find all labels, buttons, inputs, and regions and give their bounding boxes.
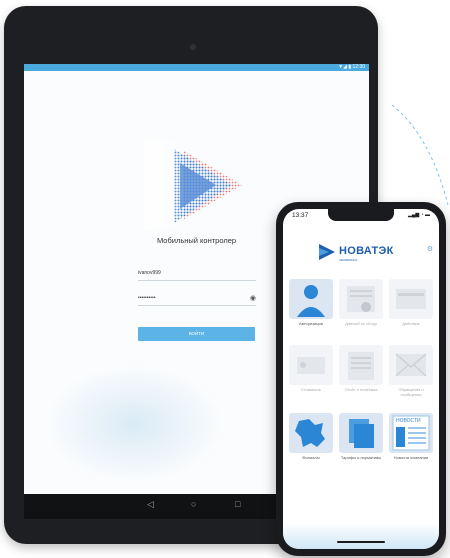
background-glow (44, 364, 224, 484)
password-field[interactable]: •••••••••• ◉ (138, 292, 256, 306)
tablet-status-bar: ▼◢ ▮ 12:30 (24, 64, 369, 71)
phone-device: 13:37 ▂▄▆ ◔ ▬ НОВАТЭК ЧЕЛЯБИНСК ⚙ Автори… (276, 202, 446, 556)
brand-subtitle: ЧЕЛЯБИНСК (339, 258, 358, 262)
tile-cost[interactable]: Стоимость (289, 345, 333, 392)
tile-label: Обращения и сообщения (398, 387, 424, 397)
tile-action[interactable]: Действие (389, 279, 433, 326)
phone-status-icons: ▂▄▆ ◔ ▬ (407, 212, 430, 218)
map-icon (295, 419, 325, 447)
novatek-logo: НОВАТЭК ЧЕЛЯБИНСК (317, 242, 411, 266)
news-tile-header: НОВОСТИ (396, 418, 421, 424)
tile-tariffs[interactable]: Тарифы и нормативы (339, 413, 383, 460)
report-icon (348, 352, 374, 380)
tile-news[interactable]: НОВОСТИ Новости компании (389, 413, 433, 460)
username-field[interactable]: ivanov999 (138, 267, 256, 281)
phone-bottom-gradient (283, 523, 439, 549)
tile-label: Отчёт о платёжах (344, 387, 378, 392)
settings-icon[interactable]: ⚙ (427, 245, 433, 253)
tile-label: Новости компании (393, 455, 429, 460)
card-icon (297, 357, 325, 374)
password-value: •••••••••• (138, 295, 156, 301)
home-indicator[interactable] (337, 541, 385, 543)
tile-authorization[interactable]: Авторизация (289, 279, 333, 326)
tile-label: Авторизация (299, 321, 323, 326)
tile-branches[interactable]: Филиалы (289, 413, 333, 460)
phone-screen: 13:37 ▂▄▆ ◔ ▬ НОВАТЭК ЧЕЛЯБИНСК ⚙ Автори… (283, 209, 439, 549)
envelope-icon (395, 353, 427, 377)
back-icon[interactable]: ◁ (147, 499, 154, 510)
tile-label: Действие (402, 321, 420, 326)
document-icon (347, 286, 375, 312)
app-logo-icon (144, 139, 242, 229)
phone-notch (328, 209, 394, 221)
recents-icon[interactable]: □ (235, 499, 240, 509)
tablet-camera (190, 44, 196, 50)
home-icon[interactable]: ○ (191, 499, 196, 509)
phone-time: 13:37 (292, 212, 309, 219)
tile-label: Данный по сбору (345, 321, 377, 326)
tile-payment-report[interactable]: Отчёт о платёжах (339, 345, 383, 392)
person-icon (297, 285, 325, 317)
show-password-eye-icon[interactable]: ◉ (250, 292, 256, 305)
calendar-icon (396, 289, 426, 309)
status-icons: ▼◢ ▮ 12:30 (338, 64, 365, 70)
tile-label: Стоимость (300, 387, 322, 392)
tile-messages[interactable]: Обращения и сообщения (389, 345, 433, 397)
login-button[interactable]: ВОЙТИ (138, 327, 255, 341)
decorative-arc (391, 104, 449, 206)
tile-label: Филиалы (302, 455, 320, 460)
tile-collection-data[interactable]: Данный по сбору (339, 279, 383, 326)
tile-label: Тарифы и нормативы (340, 455, 382, 460)
novatek-mark-icon (319, 244, 335, 260)
tariff-icon (349, 419, 374, 448)
brand-name: НОВАТЭК (339, 245, 394, 257)
